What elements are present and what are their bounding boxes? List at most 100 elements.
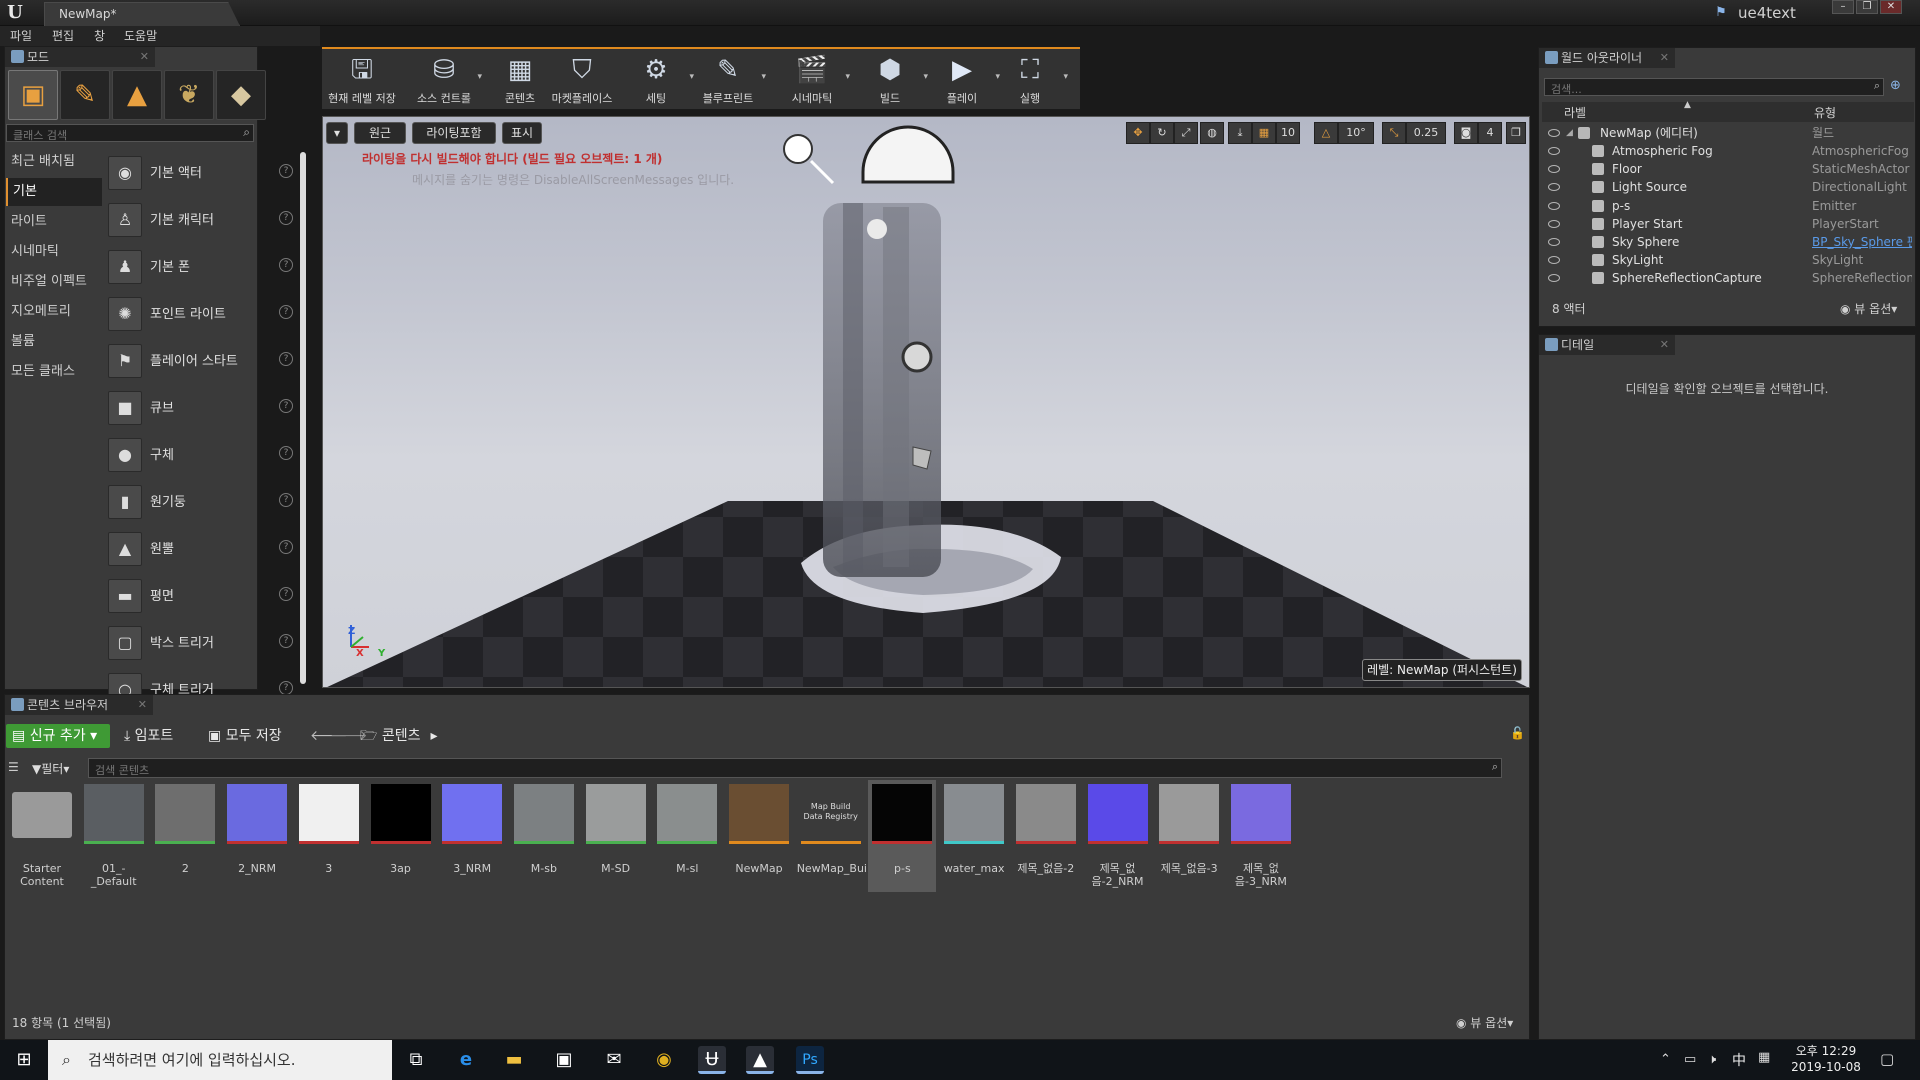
visibility-eye-icon[interactable] [1548, 129, 1560, 137]
asset-item[interactable]: M-SD [582, 780, 650, 892]
asset-item[interactable]: 01_-_Default [80, 780, 148, 892]
place-item[interactable]: ▮ 원기둥? [104, 479, 300, 523]
close-tab-icon[interactable]: ✕ [1660, 48, 1669, 68]
mail-icon[interactable]: ✉ [600, 1046, 628, 1074]
help-icon[interactable]: ? [279, 305, 293, 319]
help-icon[interactable]: ? [279, 540, 293, 554]
viewport-options-button[interactable]: ▾ [326, 122, 348, 144]
chevron-down-icon[interactable]: ▾ [1063, 72, 1068, 82]
asset-item[interactable]: 제목_없음-2_NRM [1084, 780, 1152, 892]
windows-start-icon[interactable]: ⊞ [10, 1046, 38, 1074]
outliner-row[interactable]: Atmospheric Fog AtmosphericFog [1540, 142, 1914, 160]
place-item[interactable]: ▲ 원뿔? [104, 526, 300, 570]
lock-icon[interactable]: 🔓 [1510, 726, 1525, 740]
asset-item[interactable]: 2 [151, 780, 219, 892]
category-basic[interactable]: 기본 [6, 178, 102, 206]
geometry-mode-icon[interactable]: ◆ [216, 70, 266, 120]
chevron-down-icon[interactable]: ▾ [761, 72, 766, 82]
play-button[interactable]: ▶ 플레이 ▾ [928, 50, 1000, 108]
notifications-icon[interactable]: ▢ [1880, 1050, 1894, 1068]
menu-help[interactable]: 도움말 [124, 26, 157, 46]
source-control-button[interactable]: ⛁ 소스 컨트롤 ▾ [410, 50, 482, 108]
task-view-icon[interactable]: ⧉ [402, 1046, 430, 1074]
outliner-row[interactable]: SkyLight SkyLight [1540, 251, 1914, 269]
visibility-eye-icon[interactable] [1548, 238, 1560, 246]
maximize-button[interactable]: ❐ [1856, 0, 1878, 14]
scale-snap-value[interactable]: 0.25 [1406, 122, 1446, 144]
cinematics-button[interactable]: 🎬 시네마틱 ▾ [778, 50, 850, 108]
level-viewport[interactable] [322, 116, 1530, 688]
category-geometry[interactable]: 지오메트리 [6, 298, 102, 326]
chevron-down-icon[interactable]: ▾ [477, 72, 482, 82]
asset-item[interactable]: 3_NRM [438, 780, 506, 892]
store-icon[interactable]: ▣ [550, 1046, 578, 1074]
rotation-snap-value[interactable]: 10° [1338, 122, 1374, 144]
save-level-button[interactable]: 🖫 현재 레벨 저장 [328, 50, 396, 108]
help-icon[interactable]: ? [279, 164, 293, 178]
visibility-eye-icon[interactable] [1548, 256, 1560, 265]
landscape-mode-icon[interactable]: ▲ [112, 70, 162, 120]
place-item[interactable]: ▬ 평면? [104, 573, 300, 617]
close-button[interactable]: ✕ [1880, 0, 1902, 14]
place-item[interactable]: ● 구체? [104, 432, 300, 476]
modes-tab[interactable]: 모드 ✕ [5, 47, 155, 67]
import-button[interactable]: ⤓ 임포트 [124, 724, 173, 748]
camera-speed-value[interactable]: 4 [1478, 122, 1502, 144]
asset-item[interactable]: water_max [940, 780, 1008, 892]
place-item[interactable]: ⚑ 플레이어 스타트? [104, 338, 300, 382]
unreal-editor-taskbar-icon[interactable]: Ʉ [698, 1046, 726, 1074]
marketplace-button[interactable]: ⛉ 마켓플레이스 [548, 50, 616, 108]
document-tab[interactable]: NewMap* [44, 2, 240, 26]
edge-browser-icon[interactable]: e [452, 1046, 480, 1074]
path-breadcrumb[interactable]: 🗁 콘텐츠 ▸ [360, 724, 437, 748]
asset-item[interactable]: 제목_없음-3_NRM [1227, 780, 1295, 892]
show-button[interactable]: 표시 [502, 122, 542, 144]
category-cinematic[interactable]: 시네마틱 [6, 238, 102, 266]
asset-item[interactable]: M-sb [510, 780, 578, 892]
perspective-button[interactable]: 원근 [354, 122, 406, 144]
close-tab-icon[interactable]: ✕ [1660, 335, 1669, 355]
launch-button[interactable]: ⛶ 실행 ▾ [996, 50, 1068, 108]
asset-item[interactable]: 제목_없음-3 [1155, 780, 1223, 892]
menu-window[interactable]: 창 [94, 26, 105, 46]
ime-indicator[interactable]: 中 [1732, 1050, 1746, 1070]
category-visual-effects[interactable]: 비주얼 이펙트 [6, 268, 102, 296]
taskbar-search-input[interactable]: 검색하려면 여기에 입력하십시오. [48, 1040, 392, 1080]
asset-item[interactable]: 3ap [367, 780, 435, 892]
unreal-logo-icon[interactable]: U [4, 2, 26, 24]
help-icon[interactable]: ? [279, 681, 293, 695]
asset-item[interactable]: 3 [295, 780, 363, 892]
network-icon[interactable]: ▭ [1684, 1052, 1696, 1067]
scale-snap-icon[interactable]: ⤡ [1382, 122, 1406, 144]
file-explorer-icon[interactable]: ▬ [500, 1046, 528, 1074]
place-item[interactable]: ■ 큐브? [104, 385, 300, 429]
asset-item[interactable]: 2_NRM [223, 780, 291, 892]
visibility-eye-icon[interactable] [1548, 147, 1560, 155]
outliner-item-type[interactable]: BP_Sky_Sphere 편 [1812, 233, 1912, 251]
keyboard-icon[interactable]: ▦ [1758, 1050, 1770, 1065]
help-icon[interactable]: ? [279, 352, 293, 366]
visibility-eye-icon[interactable] [1548, 274, 1560, 283]
outliner-row[interactable]: Floor StaticMeshActor [1540, 160, 1914, 178]
visibility-eye-icon[interactable] [1548, 201, 1560, 210]
outliner-row[interactable]: p-s Emitter [1540, 197, 1914, 215]
col-label-header[interactable]: 라벨 [1564, 104, 1586, 121]
chrome-icon[interactable]: ◉ [650, 1046, 678, 1074]
rotation-snap-icon[interactable]: △ [1314, 122, 1338, 144]
help-icon[interactable]: ? [279, 587, 293, 601]
grid-snap-icon[interactable]: ▦ [1252, 122, 1276, 144]
outliner-view-options[interactable]: ◉ 뷰 옵션▾ [1840, 300, 1897, 317]
close-tab-icon[interactable]: ✕ [140, 47, 149, 67]
asset-item[interactable]: NewMap [725, 780, 793, 892]
lighting-mode-button[interactable]: 라이팅포함 [412, 122, 496, 144]
grid-snap-value[interactable]: 10 [1276, 122, 1300, 144]
filter-button[interactable]: ▼필터▾ [32, 760, 69, 777]
visibility-eye-icon[interactable] [1548, 165, 1560, 174]
place-item[interactable]: ♙ 기본 캐릭터? [104, 197, 300, 241]
content-browser-tab[interactable]: 콘텐츠 브라우저 ✕ [5, 695, 153, 715]
help-icon[interactable]: ? [279, 258, 293, 272]
category-recent[interactable]: 최근 배치됨 [6, 148, 102, 176]
place-item[interactable]: ◉ 기본 액터? [104, 150, 300, 194]
volume-icon[interactable]: 🕨 [1708, 1052, 1716, 1067]
menu-file[interactable]: 파일 [10, 26, 32, 46]
